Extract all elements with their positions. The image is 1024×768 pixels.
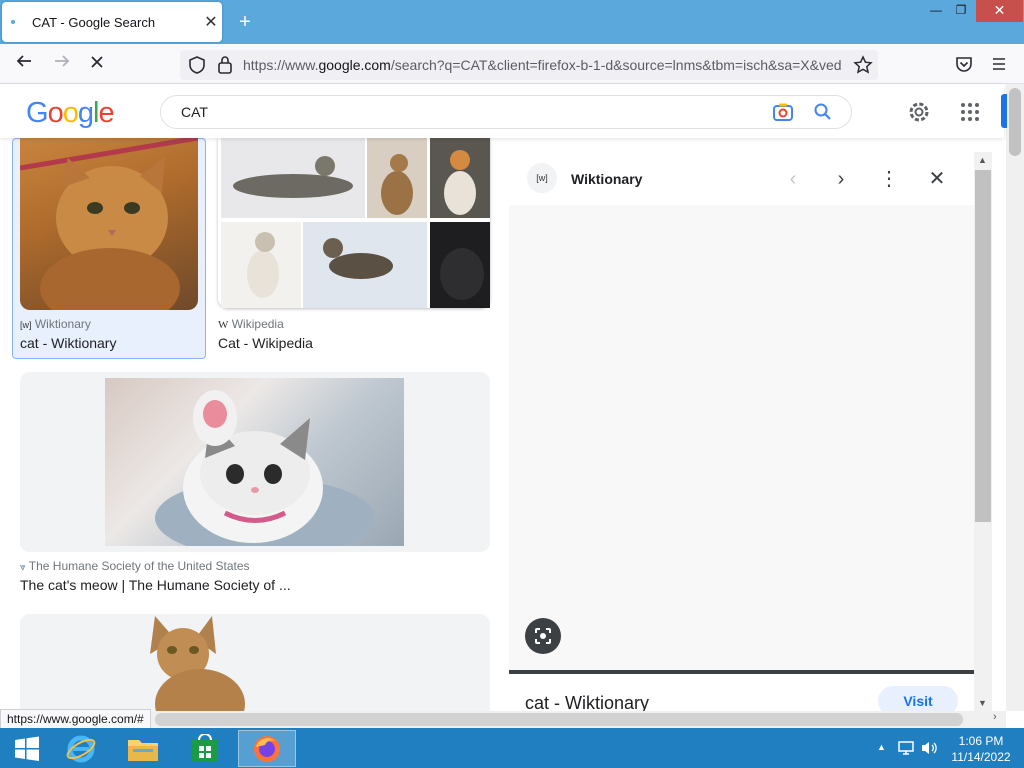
pocket-icon[interactable] xyxy=(955,55,973,78)
start-button[interactable] xyxy=(0,730,54,767)
wiktionary-favicon-icon: [w] xyxy=(527,163,557,193)
logo-letter: o xyxy=(47,97,64,129)
bookmark-star-icon[interactable] xyxy=(853,55,873,80)
menu-icon[interactable] xyxy=(991,56,1007,77)
url-domain: google.com xyxy=(318,57,391,73)
forward-arrow-icon xyxy=(55,55,70,67)
search-input[interactable]: CAT xyxy=(181,104,208,120)
show-hidden-icons[interactable]: ▲ xyxy=(877,742,886,752)
collage-tile xyxy=(430,138,490,218)
collage-tile xyxy=(221,222,301,308)
close-panel-button[interactable]: ✕ xyxy=(925,167,949,191)
wikipedia-favicon-icon: W xyxy=(218,319,229,331)
page-scrollbar[interactable] xyxy=(1006,84,1024,711)
network-icon[interactable] xyxy=(898,740,914,761)
volume-icon[interactable] xyxy=(920,740,938,761)
result-source[interactable]: [w] Wiktionary xyxy=(20,317,91,331)
result-source-name: Wiktionary xyxy=(34,317,91,331)
camera-search-icon[interactable] xyxy=(772,102,794,127)
horizontal-scrollbar-thumb[interactable] xyxy=(155,713,963,726)
result-source[interactable]: ⩔ The Humane Society of the United State… xyxy=(20,559,250,573)
restore-button[interactable]: ❐ xyxy=(945,0,977,22)
clock-date[interactable]: 11/14/2022 xyxy=(946,750,1016,764)
firefox-icon xyxy=(254,735,280,762)
stop-button[interactable] xyxy=(85,52,109,76)
forward-button[interactable] xyxy=(50,52,74,76)
shield-icon[interactable] xyxy=(188,55,206,80)
collage-tile xyxy=(303,222,427,308)
google-logo[interactable]: Google xyxy=(26,97,115,130)
stop-icon xyxy=(91,56,103,68)
url-path: /search?q=CAT&client=firefox-b-1-d&sourc… xyxy=(390,57,842,73)
window-close-button[interactable]: ✕ xyxy=(976,0,1023,22)
scroll-down-icon[interactable]: ▼ xyxy=(978,698,987,708)
collage-tile xyxy=(221,138,365,218)
preview-source-name[interactable]: Wiktionary xyxy=(571,171,642,187)
store-icon xyxy=(192,733,218,762)
result-image[interactable] xyxy=(105,378,404,558)
logo-letter: g xyxy=(77,97,94,129)
store-taskbar[interactable] xyxy=(178,730,232,767)
lock-icon[interactable] xyxy=(217,55,233,80)
lens-search-button[interactable] xyxy=(525,618,561,654)
windows-logo-icon xyxy=(15,736,39,761)
sign-in-button[interactable] xyxy=(1001,94,1007,128)
tab-close-icon[interactable]: ✕ xyxy=(200,12,222,32)
result-image[interactable] xyxy=(19,135,199,328)
clock-time[interactable]: 1:06 PM xyxy=(956,734,1006,748)
new-tab-button[interactable]: + xyxy=(234,10,256,34)
logo-letter: e xyxy=(98,97,114,129)
logo-letter: G xyxy=(26,97,49,129)
wiktionary-favicon-icon: [w] xyxy=(20,320,32,330)
internet-explorer-taskbar[interactable] xyxy=(54,730,108,767)
lens-icon xyxy=(535,628,551,644)
file-explorer-taskbar[interactable] xyxy=(116,730,170,767)
result-source-name: The Humane Society of the United States xyxy=(28,559,250,573)
search-icon[interactable] xyxy=(813,102,833,127)
back-arrow-icon xyxy=(16,55,31,67)
result-source-name: Wikipedia xyxy=(231,317,284,331)
url-prefix: https://www. xyxy=(243,57,319,73)
scroll-up-icon[interactable]: ▲ xyxy=(978,155,987,165)
tab-title: CAT - Google Search xyxy=(32,14,156,30)
firefox-taskbar[interactable] xyxy=(238,730,296,767)
result-image-container[interactable] xyxy=(20,614,490,711)
gear-icon[interactable] xyxy=(906,99,932,130)
previous-result-button[interactable]: ‹ xyxy=(781,167,805,191)
collage-tile xyxy=(367,138,427,218)
logo-letter: o xyxy=(62,97,79,129)
result-source[interactable]: W Wikipedia xyxy=(218,317,284,331)
result-title[interactable]: cat - Wiktionary xyxy=(20,335,116,351)
tab-loading-icon xyxy=(11,20,15,24)
humane-society-favicon-icon: ⩔ xyxy=(20,562,26,573)
search-box[interactable] xyxy=(160,95,852,129)
result-title[interactable]: The cat's meow | The Humane Society of .… xyxy=(20,577,291,593)
apps-grid-icon[interactable] xyxy=(960,102,980,127)
back-button[interactable] xyxy=(12,52,36,76)
result-image-collage[interactable] xyxy=(218,138,490,308)
scroll-right-icon[interactable]: › xyxy=(993,711,997,723)
page-scrollbar-thumb[interactable] xyxy=(1009,88,1021,156)
next-result-button[interactable]: › xyxy=(829,167,853,191)
more-options-button[interactable]: ⋮ xyxy=(877,167,901,191)
panel-scrollbar-thumb[interactable] xyxy=(975,170,991,522)
preview-panel xyxy=(509,152,974,711)
status-url: https://www.google.com/# xyxy=(0,709,151,729)
result-title[interactable]: Cat - Wikipedia xyxy=(218,335,313,351)
url-text[interactable]: https://www.google.com/search?q=CAT&clie… xyxy=(243,57,843,73)
collage-tile xyxy=(430,222,490,308)
browser-tab[interactable]: CAT - Google Search ✕ xyxy=(2,2,222,42)
internet-explorer-icon xyxy=(66,735,96,762)
folder-icon xyxy=(128,739,158,761)
